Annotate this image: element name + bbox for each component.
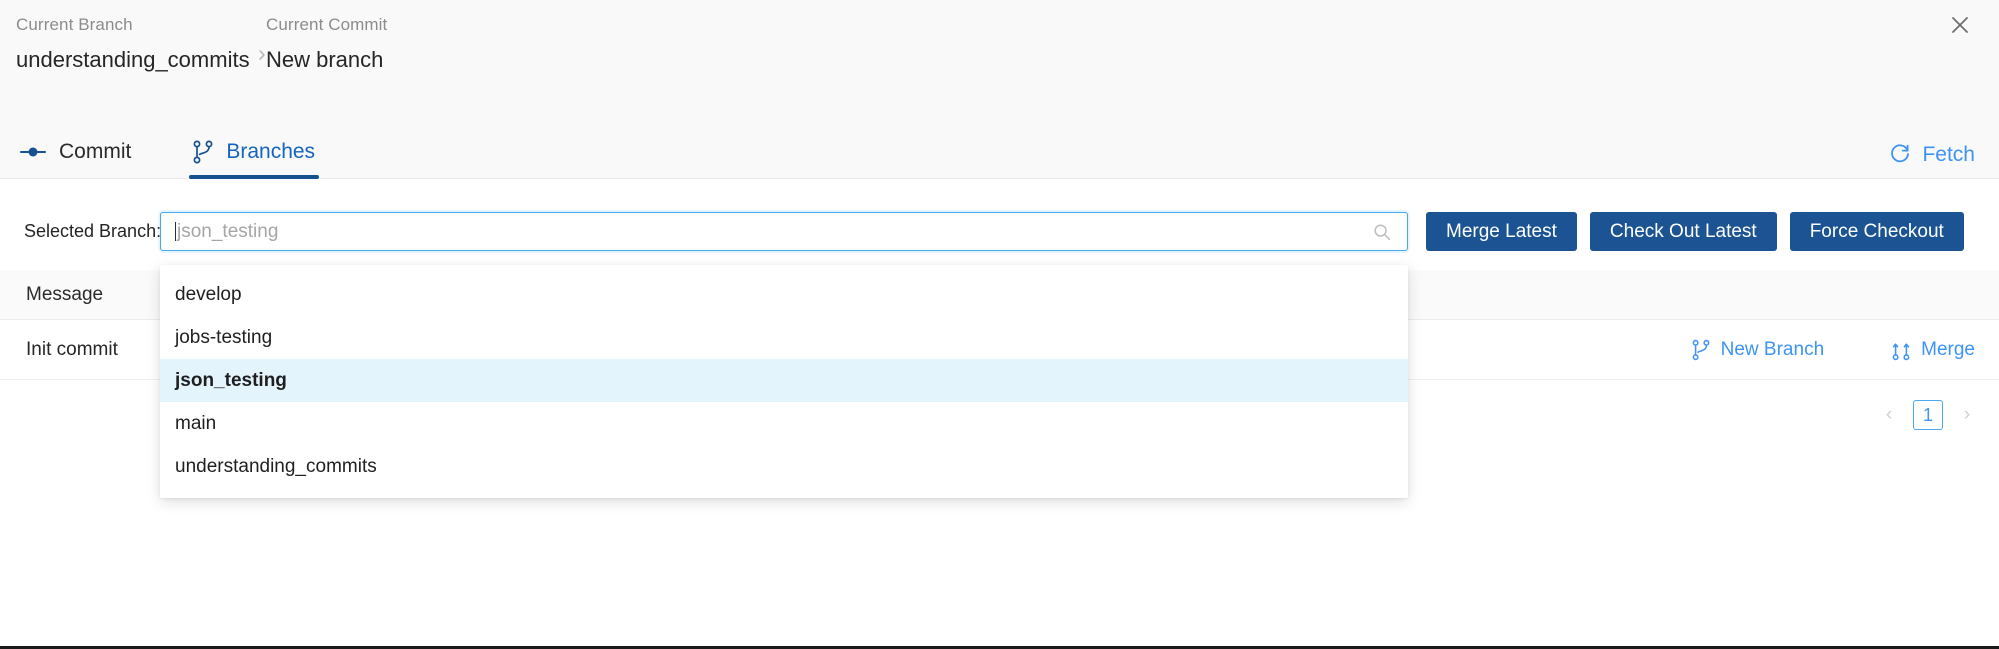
commit-icon	[20, 143, 46, 161]
dropdown-option-understanding-commits[interactable]: understanding_commits	[160, 445, 1408, 488]
current-commit-label: Current Commit	[266, 15, 388, 34]
branch-search-placeholder: json_testing	[177, 220, 279, 242]
branch-icon	[193, 140, 213, 164]
tab-branches-label: Branches	[226, 140, 316, 163]
chevron-right-icon[interactable]: ›	[1955, 401, 1979, 429]
merge-label: Merge	[1921, 338, 1975, 360]
dropdown-option-main[interactable]: main	[160, 402, 1408, 445]
tab-commit-label: Commit	[59, 140, 132, 163]
merge-action[interactable]: Merge	[1892, 339, 1975, 361]
branches-panel: Current Branch understanding_commits Cur…	[0, 0, 1999, 649]
page-number-1[interactable]: 1	[1913, 400, 1943, 430]
search-icon[interactable]	[1373, 223, 1391, 241]
merge-icon	[1892, 339, 1910, 361]
refresh-icon	[1889, 143, 1911, 165]
tab-strip: Commit Branches Fetch	[0, 118, 1999, 179]
branch-summary: Current Branch understanding_commits Cur…	[16, 14, 387, 74]
branch-action-buttons: Merge Latest Check Out Latest Force Chec…	[1426, 212, 1964, 251]
column-header-blank-2	[1820, 270, 1999, 320]
tab-branches[interactable]: Branches	[189, 124, 320, 179]
tab-commit[interactable]: Commit	[16, 124, 135, 179]
check-out-latest-button[interactable]: Check Out Latest	[1589, 212, 1777, 251]
branch-dropdown: develop jobs-testing json_testing main u…	[160, 265, 1408, 498]
new-branch-label: New Branch	[1720, 338, 1825, 360]
fetch-button[interactable]: Fetch	[1889, 143, 1975, 165]
fetch-label: Fetch	[1922, 142, 1975, 166]
new-branch-action[interactable]: New Branch	[1692, 338, 1825, 361]
panel-header: Current Branch understanding_commits Cur…	[0, 0, 1999, 179]
force-checkout-button[interactable]: Force Checkout	[1789, 212, 1964, 251]
current-commit-block: Current Commit New branch	[266, 14, 387, 74]
tab-active-indicator	[189, 175, 320, 179]
current-commit-value: New branch	[266, 47, 384, 72]
branch-search-input[interactable]: json_testing	[160, 212, 1408, 251]
branch-icon	[1692, 339, 1710, 361]
pagination: ‹ 1 ›	[1877, 400, 1979, 430]
selected-branch-label: Selected Branch:	[24, 221, 162, 241]
current-branch-value: understanding_commits	[16, 47, 250, 72]
dropdown-option-develop[interactable]: develop	[160, 273, 1408, 316]
merge-latest-button[interactable]: Merge Latest	[1426, 212, 1577, 251]
current-branch-label: Current Branch	[16, 15, 133, 34]
chevron-right-icon: ›	[258, 40, 266, 66]
dropdown-option-jobs-testing[interactable]: jobs-testing	[160, 316, 1408, 359]
dropdown-option-json-testing[interactable]: json_testing	[160, 359, 1408, 402]
current-branch-block: Current Branch understanding_commits	[16, 14, 266, 74]
column-header-blank-1	[1620, 270, 1820, 320]
close-icon[interactable]	[1943, 8, 1977, 42]
chevron-left-icon[interactable]: ‹	[1877, 401, 1901, 429]
text-caret	[175, 222, 176, 241]
